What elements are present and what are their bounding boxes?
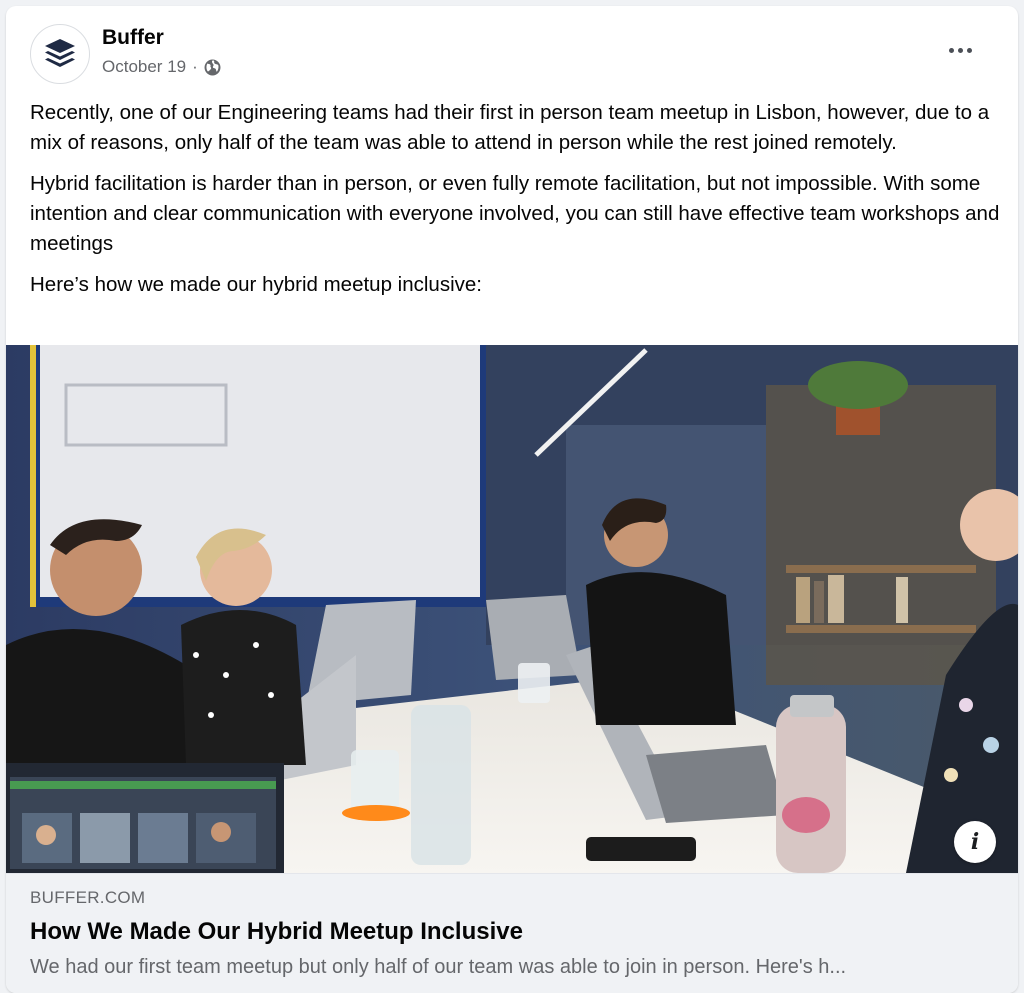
link-title[interactable]: How We Made Our Hybrid Meetup Inclusive [30,918,523,946]
post-meta: October 19 · [102,57,221,77]
buffer-logo-avatar[interactable] [30,24,90,84]
link-preview-footer[interactable]: BUFFER.COM How We Made Our Hybrid Meetup… [6,873,1018,993]
post-paragraph: Recently, one of our Engineering teams h… [30,101,990,154]
post-paragraph: Here’s how we made our hybrid meetup inc… [30,273,482,296]
buffer-logo-icon [45,39,75,67]
link-description: We had our first team meetup but only ha… [30,956,847,978]
dot [966,47,972,53]
post-date[interactable]: October 19 [102,57,186,77]
facebook-post-card: Buffer October 19 · Recently, one of our… [6,6,1018,993]
post-message: Recently, one of our Engineering teams h… [30,98,1000,311]
post-paragraph: Hybrid facilitation is harder than in pe… [30,172,1000,255]
post-header: Buffer October 19 · [6,6,1018,96]
meta-separator: · [192,57,198,76]
link-preview-image[interactable]: i [6,345,1018,873]
info-icon[interactable]: i [954,821,996,863]
link-domain: BUFFER.COM [30,888,146,907]
more-options-icon[interactable] [940,34,980,66]
meetup-photo [6,345,1018,873]
dot [948,47,954,53]
page-name[interactable]: Buffer [102,26,164,50]
globe-icon[interactable] [204,59,221,76]
dot [957,47,963,53]
